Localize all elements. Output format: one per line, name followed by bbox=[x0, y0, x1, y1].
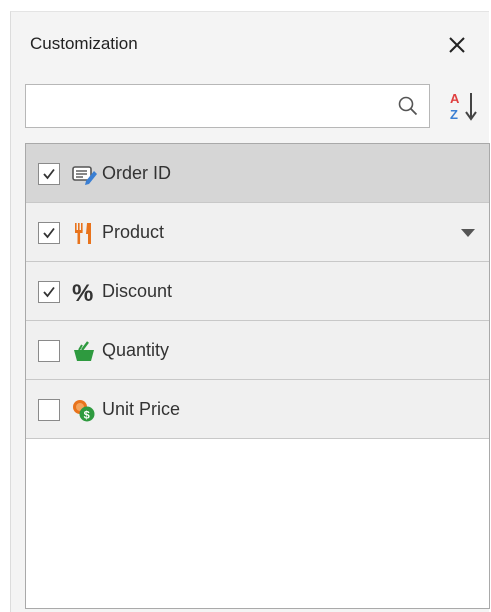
chevron-down-icon[interactable] bbox=[461, 229, 475, 238]
field-list[interactable]: Order ID Product % Discount Quantity $ U… bbox=[25, 143, 490, 609]
search-icon[interactable] bbox=[397, 95, 419, 117]
customization-panel: Customization A Z Order ID Product % Dis… bbox=[10, 11, 490, 612]
field-row-order-id[interactable]: Order ID bbox=[26, 144, 489, 203]
checkbox-product[interactable] bbox=[38, 222, 60, 244]
svg-text:%: % bbox=[72, 280, 93, 305]
checkbox-discount[interactable] bbox=[38, 281, 60, 303]
basket-icon bbox=[74, 341, 94, 361]
panel-header: Customization bbox=[11, 12, 489, 78]
close-button[interactable] bbox=[444, 32, 470, 58]
checkbox-unit-price[interactable] bbox=[38, 399, 60, 421]
checkbox-order-id[interactable] bbox=[38, 163, 60, 185]
fork-knife-icon bbox=[75, 223, 91, 244]
search-input[interactable] bbox=[32, 91, 386, 123]
percent-icon: % bbox=[72, 280, 93, 305]
checkmark-icon bbox=[43, 168, 55, 180]
svg-text:$: $ bbox=[84, 410, 90, 422]
field-label: Product bbox=[102, 222, 165, 242]
field-row-product[interactable]: Product bbox=[26, 203, 489, 262]
checkbox-quantity[interactable] bbox=[38, 340, 60, 362]
id-card-icon bbox=[72, 166, 97, 185]
search-field[interactable] bbox=[25, 84, 430, 128]
field-label: Unit Price bbox=[102, 399, 181, 419]
checkmark-icon bbox=[43, 286, 55, 298]
field-row-unit-price[interactable]: $ Unit Price bbox=[26, 380, 489, 439]
sort-az-icon: A Z bbox=[450, 91, 477, 122]
field-row-quantity[interactable]: Quantity bbox=[26, 321, 489, 380]
checkmark-icon bbox=[43, 227, 55, 239]
close-icon bbox=[449, 37, 465, 53]
field-row-discount[interactable]: % Discount bbox=[26, 262, 489, 321]
field-label: Order ID bbox=[102, 163, 172, 183]
svg-text:Z: Z bbox=[450, 107, 458, 122]
coins-icon: $ bbox=[73, 400, 95, 422]
svg-text:A: A bbox=[450, 91, 460, 106]
sort-button[interactable]: A Z bbox=[447, 88, 481, 126]
field-label: Quantity bbox=[102, 340, 170, 360]
field-label: Discount bbox=[102, 281, 173, 301]
panel-title: Customization bbox=[30, 34, 138, 53]
